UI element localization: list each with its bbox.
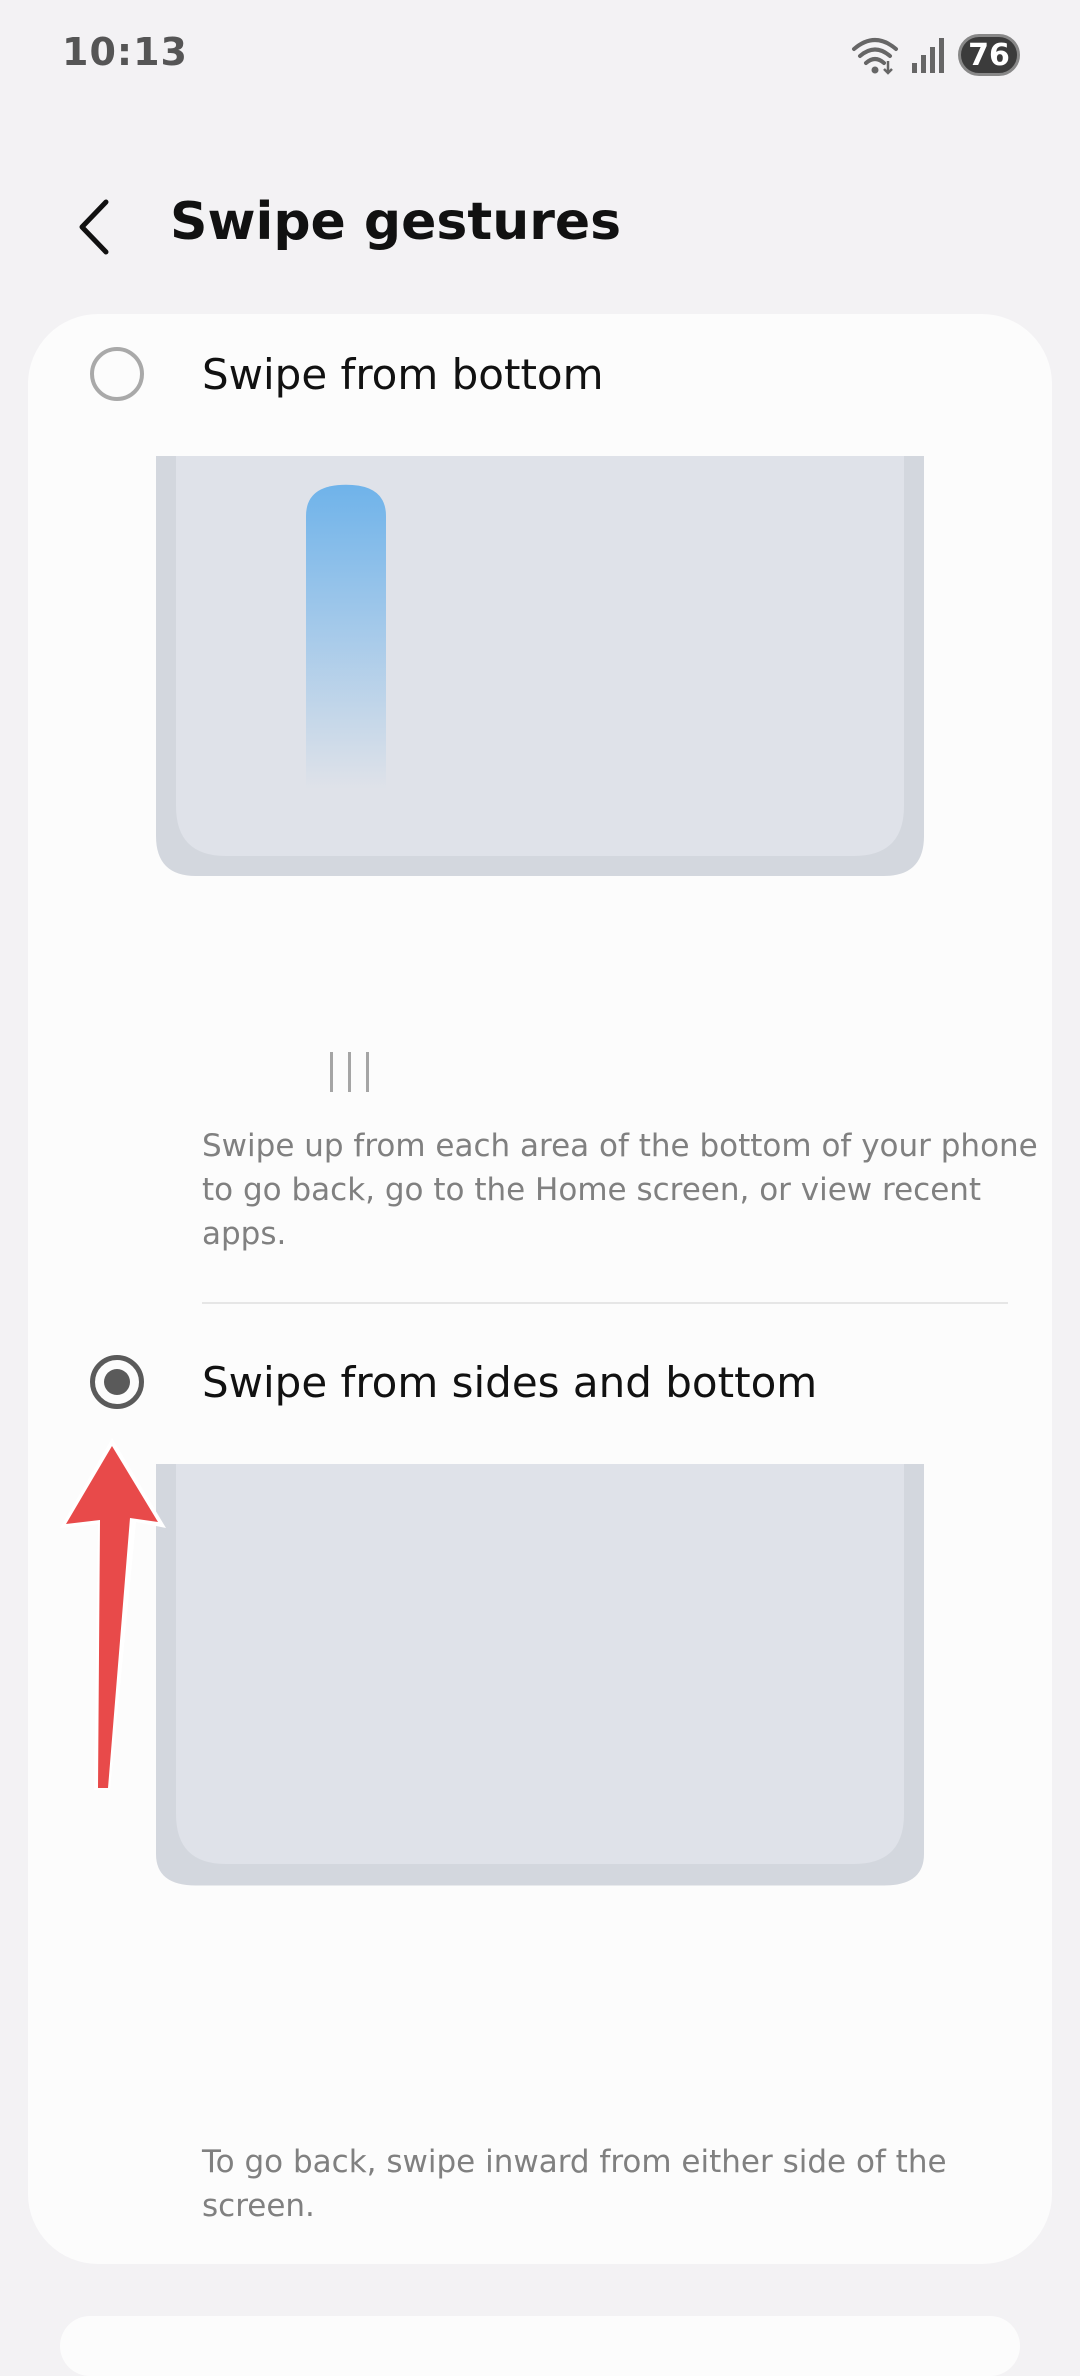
- header: Swipe gestures: [0, 170, 1080, 280]
- recent-apps-icon: [330, 1052, 369, 1092]
- wifi-icon: [852, 38, 898, 75]
- illustration-swipe-from-bottom: [156, 456, 924, 876]
- option-description: Swipe up from each area of the bottom of…: [202, 1128, 1038, 1252]
- divider: [202, 1302, 1008, 1304]
- swipe-indicator: [306, 484, 386, 789]
- options-card: Swipe from bottom Swipe up from each are…: [28, 314, 1052, 2264]
- back-button[interactable]: [62, 192, 132, 262]
- status-bar: 10:13 76: [0, 0, 1080, 110]
- phone-screen: [176, 456, 904, 856]
- page-title: Swipe gestures: [170, 192, 622, 252]
- radio-swipe-from-bottom[interactable]: [90, 347, 144, 401]
- option-swipe-from-sides-and-bottom[interactable]: Swipe from sides and bottom: [28, 1322, 1052, 1442]
- option-description: To go back, swipe inward from either sid…: [202, 2144, 947, 2224]
- phone-screen: [176, 1464, 904, 1864]
- option-label: Swipe from sides and bottom: [202, 1358, 818, 1407]
- option-label: Swipe from bottom: [202, 350, 604, 399]
- battery-level: 76: [968, 37, 1010, 73]
- option-swipe-from-bottom[interactable]: Swipe from bottom: [28, 314, 1052, 434]
- radio-swipe-from-sides-and-bottom[interactable]: [90, 1355, 144, 1409]
- status-icons: 76: [850, 32, 1020, 78]
- illustration-swipe-from-sides-and-bottom: [156, 1464, 924, 1886]
- battery-icon: 76: [958, 34, 1020, 76]
- next-card-peek: [60, 2316, 1020, 2376]
- chevron-left-icon: [79, 199, 109, 255]
- signal-icon: [912, 38, 944, 73]
- status-time: 10:13: [62, 30, 188, 74]
